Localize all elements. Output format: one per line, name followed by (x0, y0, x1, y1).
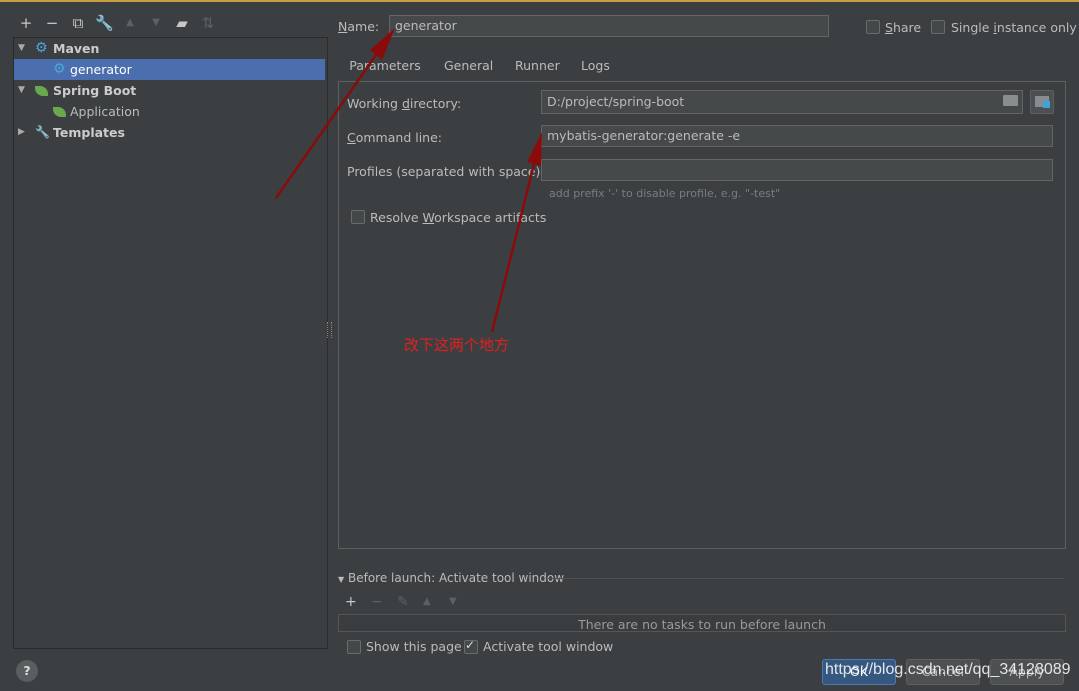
parameters-panel (338, 81, 1066, 549)
command-line-label: Command line: (347, 130, 442, 145)
tree-group-label: Templates (53, 125, 125, 140)
tab-general[interactable]: General (444, 57, 493, 81)
expand-triangle-icon[interactable]: ▼ (18, 80, 25, 101)
tree-group-templates[interactable]: ▶ 🔧 Templates (14, 122, 325, 143)
add-icon[interactable]: + (17, 14, 35, 32)
move-up-icon[interactable]: ▲ (423, 596, 431, 607)
tree-group-label: Spring Boot (53, 83, 137, 98)
wrench-icon[interactable]: 🔧 (95, 14, 114, 32)
wrench-icon: 🔧 (35, 125, 50, 139)
tab-runner[interactable]: Runner (515, 57, 560, 81)
share-label: Share (885, 20, 922, 35)
activate-tool-window-checkbox[interactable] (464, 638, 478, 654)
working-directory-input[interactable]: D:/project/spring-boot (541, 90, 1023, 114)
add-icon[interactable]: + (345, 594, 357, 610)
collapse-triangle-icon[interactable]: ▶ (18, 122, 25, 143)
name-label: Name: (338, 19, 380, 34)
activate-tool-window-label: Activate tool window (483, 639, 614, 654)
resolve-workspace-label: Resolve Workspace artifacts (370, 210, 547, 225)
splitter-handle[interactable] (327, 322, 332, 338)
edit-icon[interactable]: ✎ (397, 594, 409, 610)
move-up-icon[interactable]: ▲ (121, 14, 139, 32)
separator (548, 578, 1064, 579)
single-instance-label: Single instance only (951, 20, 1077, 35)
gear-icon: ⚙ (53, 61, 66, 77)
tree-item-label: Application (70, 104, 140, 119)
tree-item-label: generator (70, 62, 132, 77)
tab-parameters[interactable]: Parameters (340, 57, 430, 84)
folder-add-icon[interactable]: ▰ (173, 14, 191, 32)
show-page-label: Show this page (366, 639, 462, 654)
share-checkbox[interactable] (866, 20, 880, 34)
sort-icon[interactable]: ⇅ (199, 14, 217, 32)
remove-icon[interactable]: − (371, 594, 383, 610)
tree-group-maven[interactable]: ▼ ⚙ Maven (14, 38, 325, 59)
tree-item-generator[interactable]: ⚙ generator (14, 59, 325, 80)
profiles-label: Profiles (separated with space) (347, 164, 541, 179)
watermark-url: https://blog.csdn.net/qq_34128089 (825, 661, 1071, 678)
single-instance-checkbox[interactable] (931, 20, 945, 34)
module-badge-icon (1043, 101, 1050, 108)
remove-icon[interactable]: − (43, 14, 61, 32)
working-directory-label: Working directory: (347, 96, 462, 111)
expand-triangle-icon[interactable]: ▼ (18, 38, 25, 59)
tree-group-label: Maven (53, 41, 100, 56)
profiles-input[interactable] (541, 159, 1053, 181)
configuration-tree[interactable]: ▼ ⚙ Maven ⚙ generator ▼ Spring Boot Appl… (13, 37, 328, 649)
tree-group-spring-boot[interactable]: ▼ Spring Boot (14, 80, 325, 101)
window-top-border (0, 0, 1079, 2)
resolve-workspace-checkbox[interactable] (351, 210, 365, 224)
move-down-icon[interactable]: ▼ (449, 596, 457, 607)
tree-item-application[interactable]: Application (14, 101, 325, 122)
gear-icon: ⚙ (35, 40, 48, 56)
show-page-checkbox[interactable] (347, 640, 361, 654)
tab-logs[interactable]: Logs (581, 57, 610, 81)
collapse-triangle-icon[interactable]: ▼ (338, 575, 344, 584)
before-launch-header[interactable]: ▼ Before launch: Activate tool window (338, 571, 564, 585)
command-line-input[interactable]: mybatis-generator:generate -e (541, 125, 1053, 147)
name-input[interactable]: generator (389, 15, 829, 37)
profiles-hint: add prefix '-' to disable profile, e.g. … (549, 187, 781, 200)
spring-boot-icon (35, 86, 48, 96)
spring-boot-icon (53, 107, 66, 117)
help-button[interactable]: ? (16, 660, 38, 682)
browse-module-button[interactable] (1030, 90, 1054, 114)
folder-open-icon[interactable] (1003, 95, 1018, 106)
copy-icon[interactable]: ⧉ (69, 14, 87, 32)
annotation-text: 改下这两个地方 (404, 336, 510, 354)
move-down-icon[interactable]: ▼ (147, 14, 165, 32)
before-launch-task-list: There are no tasks to run before launch (338, 614, 1066, 632)
